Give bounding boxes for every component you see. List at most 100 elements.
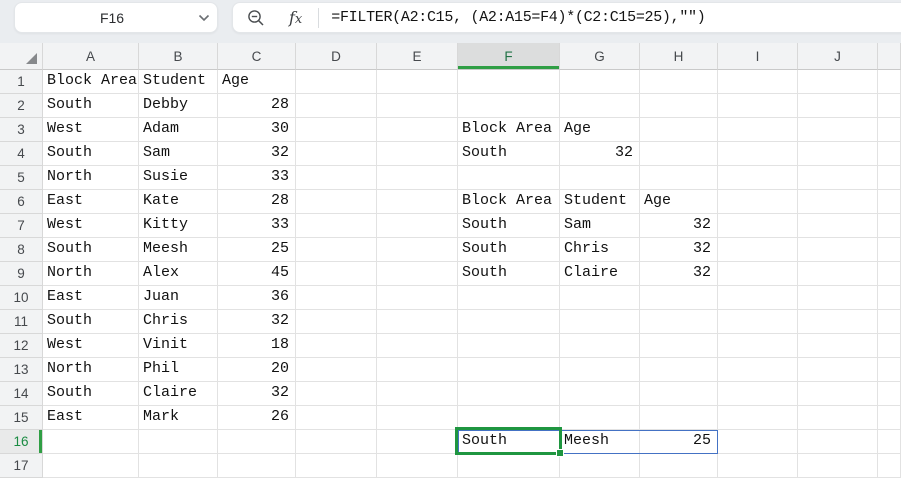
row-header-7[interactable]: 7 bbox=[0, 214, 43, 238]
fill-handle[interactable] bbox=[556, 449, 564, 457]
cell-D4[interactable] bbox=[296, 142, 377, 166]
cell-H5[interactable] bbox=[640, 166, 718, 190]
column-header-H[interactable]: H bbox=[640, 43, 718, 70]
cell-E4[interactable] bbox=[377, 142, 458, 166]
row-header-4[interactable]: 4 bbox=[0, 142, 43, 166]
cell-B15[interactable]: Mark bbox=[139, 406, 218, 430]
cell-I10[interactable] bbox=[718, 286, 798, 310]
cell-A2[interactable]: South bbox=[43, 94, 139, 118]
cell-E8[interactable] bbox=[377, 238, 458, 262]
cell-H6[interactable]: Age bbox=[640, 190, 718, 214]
cell-J1[interactable] bbox=[798, 70, 878, 94]
cell-A16[interactable] bbox=[43, 430, 139, 454]
cell-C14[interactable]: 32 bbox=[218, 382, 296, 406]
row-header-16[interactable]: 16 bbox=[0, 430, 43, 454]
cell-I4[interactable] bbox=[718, 142, 798, 166]
cell-G14[interactable] bbox=[560, 382, 640, 406]
cell-E9[interactable] bbox=[377, 262, 458, 286]
cell-I2[interactable] bbox=[718, 94, 798, 118]
cell-F6[interactable]: Block Area bbox=[458, 190, 560, 214]
row-header-2[interactable]: 2 bbox=[0, 94, 43, 118]
cell-I1[interactable] bbox=[718, 70, 798, 94]
cell-G13[interactable] bbox=[560, 358, 640, 382]
cell-C10[interactable]: 36 bbox=[218, 286, 296, 310]
cell-E10[interactable] bbox=[377, 286, 458, 310]
cell-D5[interactable] bbox=[296, 166, 377, 190]
cell-A3[interactable]: West bbox=[43, 118, 139, 142]
row-header-9[interactable]: 9 bbox=[0, 262, 43, 286]
cell-G7[interactable]: Sam bbox=[560, 214, 640, 238]
column-header-B[interactable]: B bbox=[139, 43, 218, 70]
cell-B6[interactable]: Kate bbox=[139, 190, 218, 214]
cell-B14[interactable]: Claire bbox=[139, 382, 218, 406]
cell-F1[interactable] bbox=[458, 70, 560, 94]
cell-H9[interactable]: 32 bbox=[640, 262, 718, 286]
row-header-10[interactable]: 10 bbox=[0, 286, 43, 310]
cell-A15[interactable]: East bbox=[43, 406, 139, 430]
cell-D1[interactable] bbox=[296, 70, 377, 94]
column-header-C[interactable]: C bbox=[218, 43, 296, 70]
cell-I9[interactable] bbox=[718, 262, 798, 286]
cell-A11[interactable]: South bbox=[43, 310, 139, 334]
cell-F2[interactable] bbox=[458, 94, 560, 118]
cell-E3[interactable] bbox=[377, 118, 458, 142]
cell-I13[interactable] bbox=[718, 358, 798, 382]
cell-C5[interactable]: 33 bbox=[218, 166, 296, 190]
cell-G16[interactable]: Meesh bbox=[560, 430, 640, 454]
cell-B13[interactable]: Phil bbox=[139, 358, 218, 382]
cell-F13[interactable] bbox=[458, 358, 560, 382]
row-header-8[interactable]: 8 bbox=[0, 238, 43, 262]
cell-G2[interactable] bbox=[560, 94, 640, 118]
cell-B9[interactable]: Alex bbox=[139, 262, 218, 286]
cell-E15[interactable] bbox=[377, 406, 458, 430]
cell-C1[interactable]: Age bbox=[218, 70, 296, 94]
cell-I7[interactable] bbox=[718, 214, 798, 238]
cell-D10[interactable] bbox=[296, 286, 377, 310]
cell-D17[interactable] bbox=[296, 454, 377, 478]
cell-B4[interactable]: Sam bbox=[139, 142, 218, 166]
cell-J8[interactable] bbox=[798, 238, 878, 262]
row-header-11[interactable]: 11 bbox=[0, 310, 43, 334]
chevron-down-icon[interactable] bbox=[191, 14, 217, 22]
cell[interactable] bbox=[878, 166, 901, 190]
cell[interactable] bbox=[878, 262, 901, 286]
cell-H2[interactable] bbox=[640, 94, 718, 118]
cell-H4[interactable] bbox=[640, 142, 718, 166]
row-header-3[interactable]: 3 bbox=[0, 118, 43, 142]
cell-C4[interactable]: 32 bbox=[218, 142, 296, 166]
cell-B7[interactable]: Kitty bbox=[139, 214, 218, 238]
cell-D14[interactable] bbox=[296, 382, 377, 406]
cell-G5[interactable] bbox=[560, 166, 640, 190]
formula-input[interactable]: =FILTER(A2:C15, (A2:A15=F4)*(C2:C15=25),… bbox=[331, 9, 705, 26]
cell-E17[interactable] bbox=[377, 454, 458, 478]
cell[interactable] bbox=[878, 286, 901, 310]
row-header-6[interactable]: 6 bbox=[0, 190, 43, 214]
cell-H15[interactable] bbox=[640, 406, 718, 430]
insert-function-fx-icon[interactable]: fx bbox=[289, 8, 302, 27]
cell-I15[interactable] bbox=[718, 406, 798, 430]
cell-E11[interactable] bbox=[377, 310, 458, 334]
cell-F7[interactable]: South bbox=[458, 214, 560, 238]
cell-F15[interactable] bbox=[458, 406, 560, 430]
cell-H8[interactable]: 32 bbox=[640, 238, 718, 262]
column-header-J[interactable]: J bbox=[798, 43, 878, 70]
cell-E7[interactable] bbox=[377, 214, 458, 238]
cell-I8[interactable] bbox=[718, 238, 798, 262]
cell-D11[interactable] bbox=[296, 310, 377, 334]
cell[interactable] bbox=[878, 190, 901, 214]
cell-H17[interactable] bbox=[640, 454, 718, 478]
cell-F5[interactable] bbox=[458, 166, 560, 190]
cell-J14[interactable] bbox=[798, 382, 878, 406]
cell-J12[interactable] bbox=[798, 334, 878, 358]
cell-I17[interactable] bbox=[718, 454, 798, 478]
cell-B17[interactable] bbox=[139, 454, 218, 478]
cell-C16[interactable] bbox=[218, 430, 296, 454]
cell-H1[interactable] bbox=[640, 70, 718, 94]
cell-G9[interactable]: Claire bbox=[560, 262, 640, 286]
cell-C3[interactable]: 30 bbox=[218, 118, 296, 142]
cell-J4[interactable] bbox=[798, 142, 878, 166]
column-header-partial[interactable] bbox=[878, 43, 901, 70]
cell-F17[interactable] bbox=[458, 454, 560, 478]
cell-G11[interactable] bbox=[560, 310, 640, 334]
cell-E13[interactable] bbox=[377, 358, 458, 382]
